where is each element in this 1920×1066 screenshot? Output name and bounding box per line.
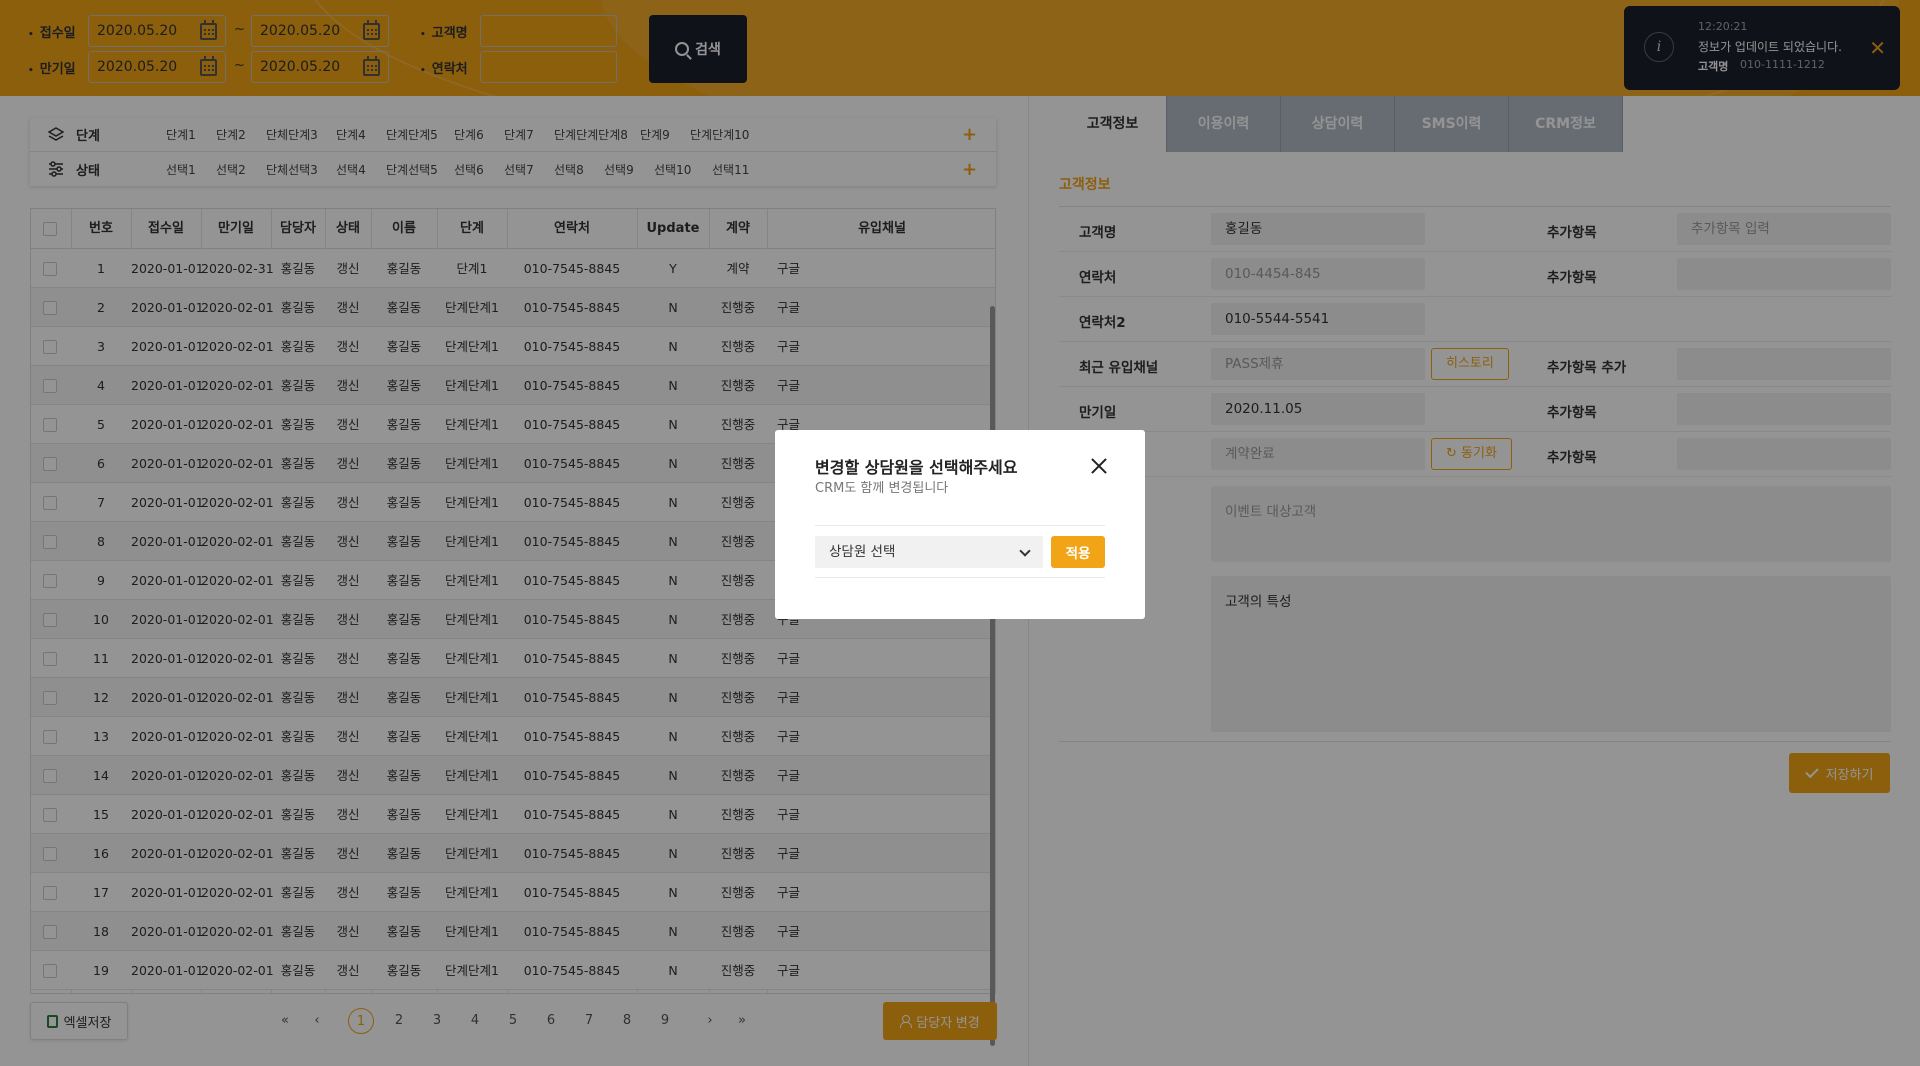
modal-subtitle: CRM도 함께 변경됩니다 — [815, 481, 949, 496]
close-icon[interactable] — [1089, 456, 1109, 476]
chevron-down-icon — [1019, 545, 1031, 557]
modal-title: 변경할 상담원을 선택해주세요 — [815, 458, 1018, 477]
apply-button[interactable]: 적용 — [1051, 536, 1105, 568]
assignee-modal: 변경할 상담원을 선택해주세요 CRM도 함께 변경됩니다 상담원 선택 적용 — [775, 430, 1145, 619]
divider — [815, 577, 1105, 578]
divider — [815, 525, 1105, 526]
consultant-select[interactable]: 상담원 선택 — [815, 536, 1043, 568]
